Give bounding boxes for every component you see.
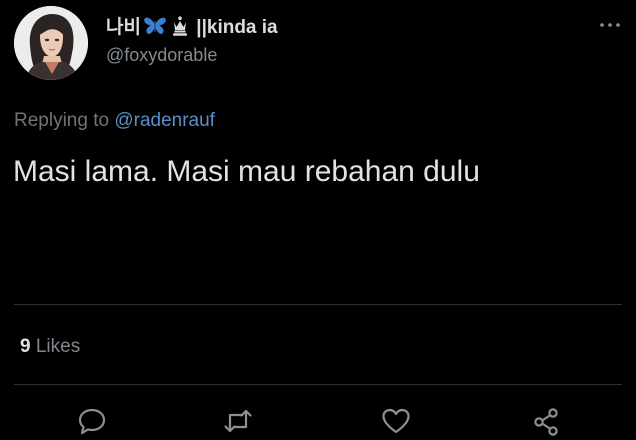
likes-count: 9 bbox=[20, 336, 31, 357]
like-button[interactable] bbox=[380, 405, 412, 437]
like-icon bbox=[382, 408, 410, 434]
replying-to-label: Replying to bbox=[14, 110, 115, 131]
reply-icon bbox=[78, 408, 106, 435]
avatar[interactable] bbox=[14, 6, 88, 80]
avatar-image bbox=[14, 6, 88, 80]
reply-mention-link[interactable]: @radenrauf bbox=[114, 110, 215, 131]
replying-to: Replying to @radenrauf bbox=[14, 110, 215, 132]
display-name[interactable]: 나비 ||kinda ia bbox=[106, 12, 278, 39]
share-icon bbox=[534, 408, 558, 436]
divider bbox=[14, 384, 622, 385]
reply-button[interactable] bbox=[76, 405, 108, 437]
retweet-icon bbox=[224, 409, 252, 433]
divider bbox=[14, 304, 622, 305]
share-button[interactable] bbox=[530, 405, 562, 437]
butterfly-icon bbox=[143, 16, 167, 36]
display-name-prefix: 나비 bbox=[106, 17, 141, 38]
chess-queen-icon bbox=[171, 16, 189, 36]
more-options-icon[interactable] bbox=[598, 18, 622, 30]
user-handle[interactable]: @foxydorable bbox=[106, 45, 217, 66]
likes-label: Likes bbox=[35, 336, 81, 357]
retweet-button[interactable] bbox=[222, 405, 254, 437]
display-name-suffix: ||kinda ia bbox=[190, 17, 278, 38]
likes-stat[interactable]: 9 Likes bbox=[20, 336, 80, 358]
tweet-text: Masi lama. Masi mau rebahan dulu bbox=[13, 155, 480, 188]
